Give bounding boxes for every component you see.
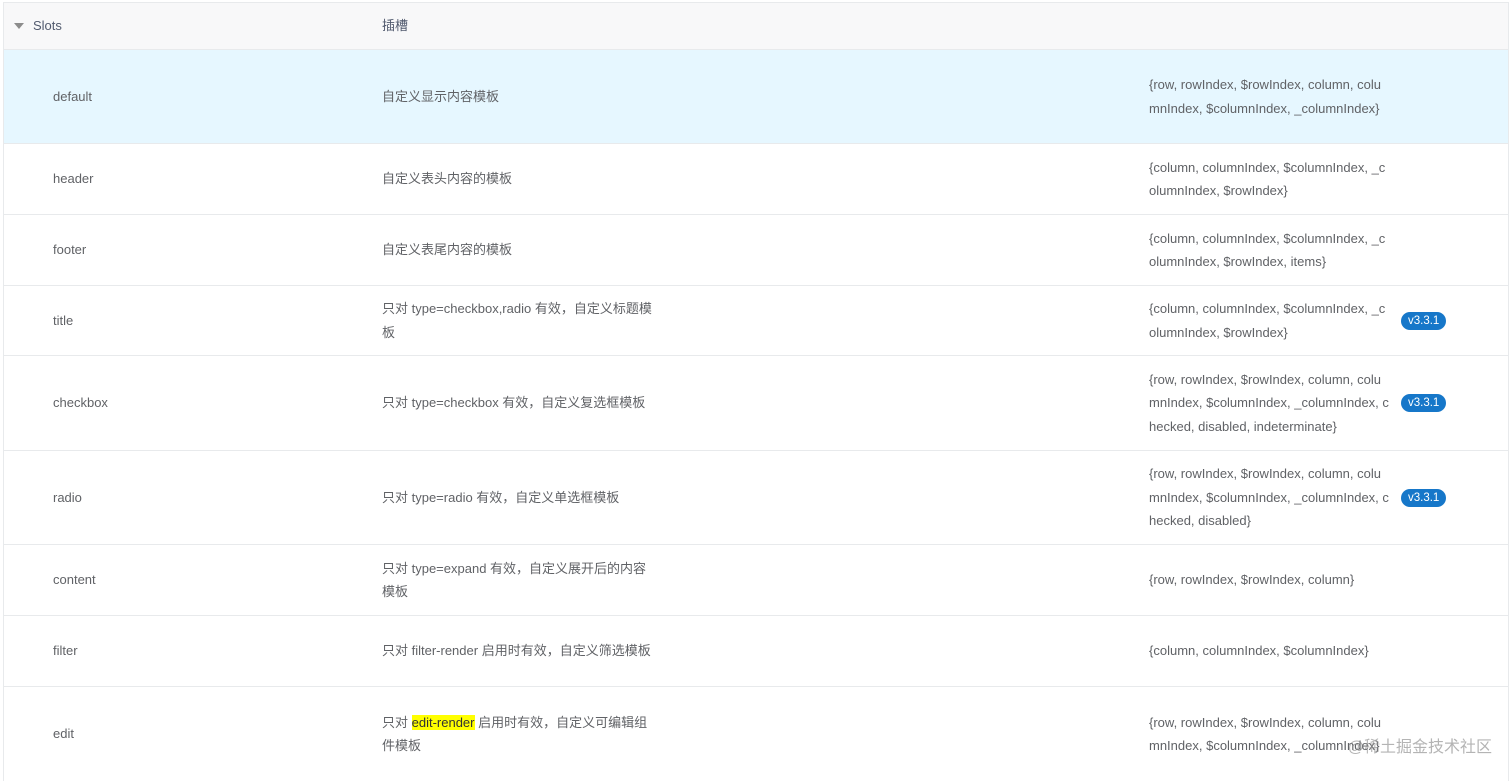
table-row[interactable]: edit 只对 edit-render 启用时有效，自定义可编辑组件模板 {ro… <box>4 687 1508 781</box>
description-header: 插槽 <box>382 3 657 49</box>
table-row[interactable]: filter 只对 filter-render 启用时有效，自定义筛选模板 {c… <box>4 616 1508 687</box>
slot-params: {row, rowIndex, $rowIndex, column, colum… <box>1149 368 1389 439</box>
slot-description: 只对 type=checkbox,radio 有效，自定义标题模板 <box>382 297 657 344</box>
slot-name: title <box>53 309 73 333</box>
slot-params: {column, columnIndex, $columnIndex} <box>1149 639 1369 663</box>
table-row[interactable]: radio 只对 type=radio 有效，自定义单选框模板 {row, ro… <box>4 451 1508 545</box>
slot-name: header <box>53 167 93 191</box>
slot-description: 只对 edit-render 启用时有效，自定义可编辑组件模板 <box>382 711 657 758</box>
slot-description: 自定义显示内容模板 <box>382 85 499 109</box>
slot-name: default <box>53 85 92 109</box>
table-row[interactable]: default 自定义显示内容模板 {row, rowIndex, $rowIn… <box>4 50 1508 144</box>
description-prefix: 只对 <box>382 715 412 730</box>
slot-name: checkbox <box>53 391 108 415</box>
slot-name: filter <box>53 639 78 663</box>
table-row[interactable]: header 自定义表头内容的模板 {column, columnIndex, … <box>4 144 1508 215</box>
slot-description: 只对 type=expand 有效，自定义展开后的内容模板 <box>382 557 657 604</box>
slot-params: {row, rowIndex, $rowIndex, column, colum… <box>1149 73 1389 120</box>
table-row[interactable]: checkbox 只对 type=checkbox 有效，自定义复选框模板 {r… <box>4 356 1508 451</box>
slot-description: 只对 type=checkbox 有效，自定义复选框模板 <box>382 391 645 415</box>
section-label: Slots <box>33 14 62 38</box>
slots-table: Slots 插槽 default 自定义显示内容模板 {row, rowInde… <box>3 2 1509 781</box>
slot-params: {row, rowIndex, $rowIndex, column, colum… <box>1149 462 1389 533</box>
slot-name: radio <box>53 486 82 510</box>
version-badge: v3.3.1 <box>1401 394 1446 412</box>
group-toggle[interactable]: Slots <box>14 3 314 49</box>
watermark: @稀土掘金技术社区 <box>1348 733 1492 757</box>
table-row[interactable]: footer 自定义表尾内容的模板 {column, columnIndex, … <box>4 215 1508 286</box>
slot-description: 自定义表尾内容的模板 <box>382 238 512 262</box>
slot-params: {column, columnIndex, $columnIndex, _col… <box>1149 227 1389 274</box>
slot-name: content <box>53 568 96 592</box>
version-badge: v3.3.1 <box>1401 489 1446 507</box>
slot-params: {column, columnIndex, $columnIndex, _col… <box>1149 156 1389 203</box>
table-row[interactable]: title 只对 type=checkbox,radio 有效，自定义标题模板 … <box>4 286 1508 356</box>
slot-description: 自定义表头内容的模板 <box>382 167 512 191</box>
caret-down-icon[interactable] <box>14 23 24 29</box>
slot-params: {column, columnIndex, $columnIndex, _col… <box>1149 297 1389 344</box>
version-badge: v3.3.1 <box>1401 312 1446 330</box>
highlighted-keyword: edit-render <box>412 715 475 730</box>
slot-name: footer <box>53 238 86 262</box>
table-group-header[interactable]: Slots 插槽 <box>4 3 1508 50</box>
table-row[interactable]: content 只对 type=expand 有效，自定义展开后的内容模板 {r… <box>4 545 1508 616</box>
description-header-text: 插槽 <box>382 14 408 38</box>
slot-params: {row, rowIndex, $rowIndex, column} <box>1149 568 1354 592</box>
slot-description: 只对 filter-render 启用时有效，自定义筛选模板 <box>382 639 651 663</box>
slot-name: edit <box>53 722 74 746</box>
slot-description: 只对 type=radio 有效，自定义单选框模板 <box>382 486 619 510</box>
